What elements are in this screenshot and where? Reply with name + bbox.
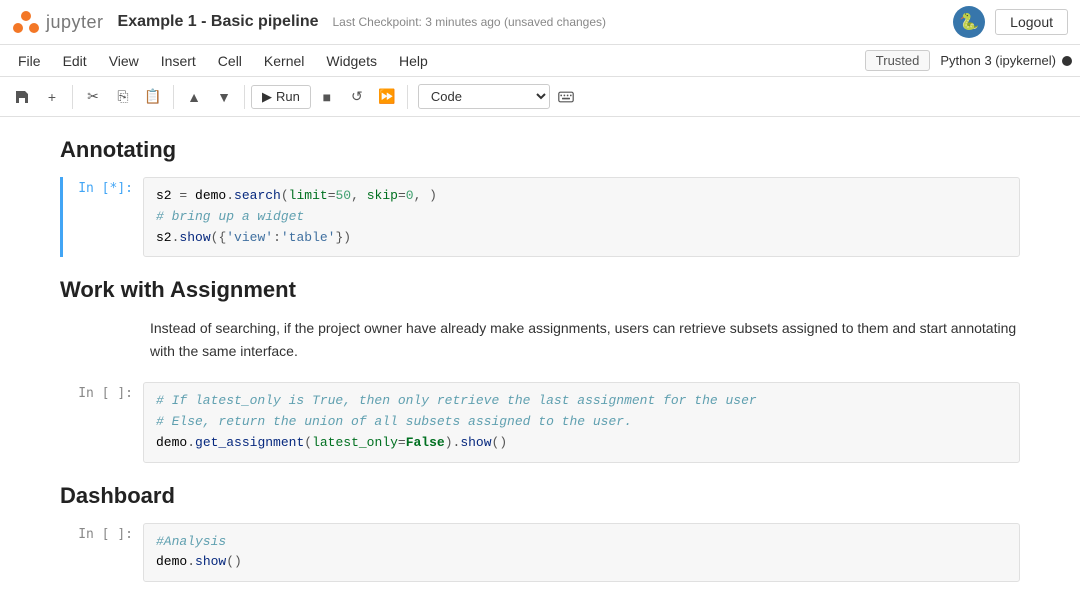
code-line-2: # bring up a widget [156, 207, 1007, 228]
top-bar: jupyter Example 1 - Basic pipeline Last … [0, 0, 1080, 45]
code-assignment-line-3: demo.get_assignment(latest_only=False).s… [156, 433, 1007, 454]
jupyter-brand-text: jupyter [46, 12, 104, 33]
cut-button[interactable]: ✂ [79, 83, 107, 111]
move-down-button[interactable]: ▼ [210, 83, 238, 111]
annotating-heading: Annotating [60, 137, 1020, 163]
menu-widgets[interactable]: Widgets [316, 49, 387, 73]
cell-label-search: In [*]: [63, 177, 143, 257]
stop-button[interactable]: ■ [313, 83, 341, 111]
separator-4 [407, 85, 408, 109]
code-line-3: s2.show({'view':'table'}) [156, 228, 1007, 249]
menu-file[interactable]: File [8, 49, 51, 73]
menu-view[interactable]: View [99, 49, 149, 73]
code-cell-dashboard[interactable]: In [ ]: #Analysis demo.show() [60, 523, 1020, 583]
jupyter-logo: jupyter [12, 8, 104, 36]
code-assignment-line-2: # Else, return the union of all subsets … [156, 412, 1007, 433]
code-dashboard-line-1: #Analysis [156, 532, 1007, 553]
work-assignment-description: Instead of searching, if the project own… [150, 317, 1020, 362]
menu-bar: File Edit View Insert Cell Kernel Widget… [0, 45, 1080, 77]
menu-bar-right: Trusted Python 3 (ipykernel) [865, 50, 1072, 71]
checkpoint-info: Last Checkpoint: 3 minutes ago (unsaved … [333, 15, 607, 29]
menu-edit[interactable]: Edit [53, 49, 97, 73]
keyboard-shortcuts-button[interactable] [552, 83, 580, 111]
code-cell-assignment[interactable]: In [ ]: # If latest_only is True, then o… [60, 382, 1020, 462]
run-icon: ▶ [262, 89, 272, 105]
notebook-title[interactable]: Example 1 - Basic pipeline [118, 13, 319, 31]
cell-type-select[interactable]: Code Markdown Raw NBConvert Heading [418, 84, 550, 109]
jupyter-logo-icon [12, 8, 40, 36]
save-button[interactable] [8, 83, 36, 111]
paste-button[interactable]: 📋 [139, 83, 167, 111]
kernel-status-dot [1062, 56, 1072, 66]
menu-kernel[interactable]: Kernel [254, 49, 314, 73]
code-cell-search[interactable]: In [*]: s2 = demo.search(limit=50, skip=… [60, 177, 1020, 257]
notebook-content: Annotating In [*]: s2 = demo.search(limi… [0, 117, 1080, 608]
code-dashboard-line-2: demo.show() [156, 552, 1007, 573]
dashboard-heading: Dashboard [60, 483, 1020, 509]
restart-run-button[interactable]: ⏩ [373, 83, 401, 111]
add-cell-button[interactable]: + [38, 83, 66, 111]
cell-label-dashboard: In [ ]: [63, 523, 143, 583]
code-block-dashboard[interactable]: #Analysis demo.show() [143, 523, 1020, 583]
move-up-button[interactable]: ▲ [180, 83, 208, 111]
code-block-search[interactable]: s2 = demo.search(limit=50, skip=0, ) # b… [143, 177, 1020, 257]
menu-help[interactable]: Help [389, 49, 438, 73]
copy-button[interactable]: ⎘ [109, 83, 137, 111]
separator-2 [173, 85, 174, 109]
separator-1 [72, 85, 73, 109]
run-button[interactable]: ▶ Run [251, 85, 311, 109]
separator-3 [244, 85, 245, 109]
code-assignment-line-1: # If latest_only is True, then only retr… [156, 391, 1007, 412]
menu-insert[interactable]: Insert [151, 49, 206, 73]
python-icon: 🐍 [953, 6, 985, 38]
restart-button[interactable]: ↺ [343, 83, 371, 111]
cell-label-assignment: In [ ]: [63, 382, 143, 462]
work-with-assignment-heading: Work with Assignment [60, 277, 1020, 303]
toolbar: + ✂ ⎘ 📋 ▲ ▼ ▶ Run ■ ↺ ⏩ Code Markdown Ra… [0, 77, 1080, 117]
trusted-badge[interactable]: Trusted [865, 50, 931, 71]
code-block-assignment[interactable]: # If latest_only is True, then only retr… [143, 382, 1020, 462]
top-bar-right: 🐍 Logout [953, 6, 1068, 38]
logout-button[interactable]: Logout [995, 9, 1068, 35]
kernel-info: Python 3 (ipykernel) [940, 53, 1072, 68]
code-line-1: s2 = demo.search(limit=50, skip=0, ) [156, 186, 1007, 207]
menu-cell[interactable]: Cell [208, 49, 252, 73]
